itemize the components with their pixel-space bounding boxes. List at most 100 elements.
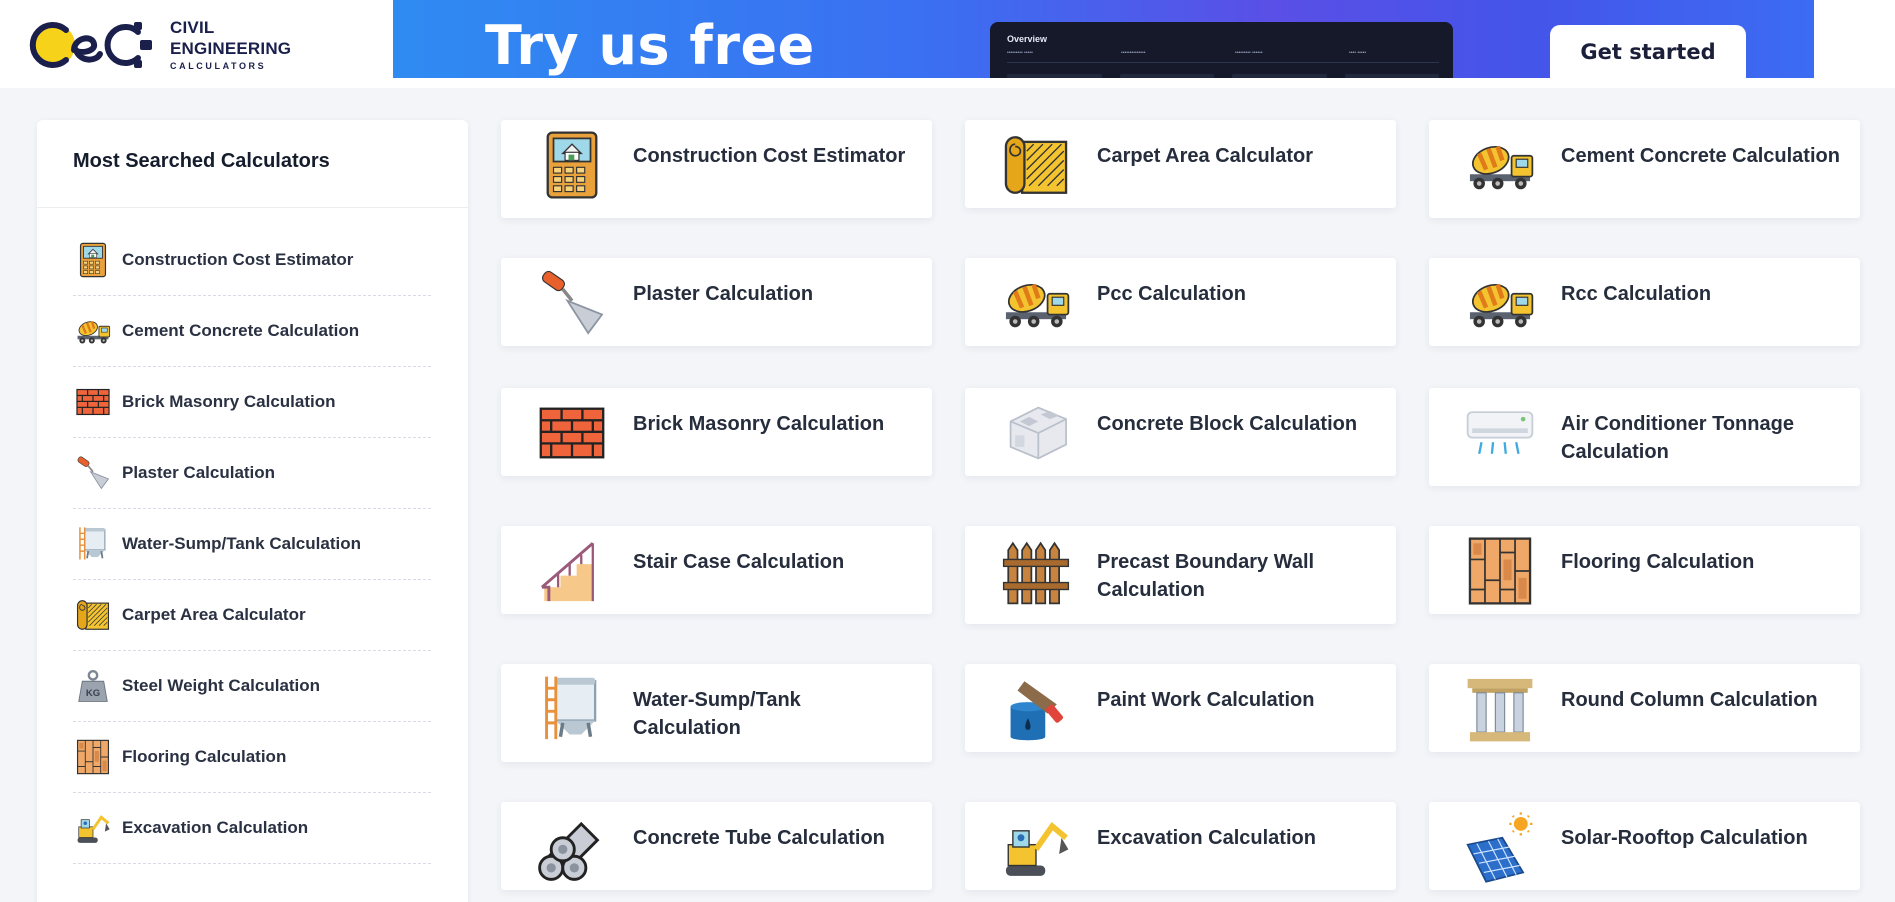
calculator-card-construction-cost-estimator[interactable]: Construction Cost Estimator bbox=[501, 120, 932, 218]
air-conditioner-icon bbox=[1466, 411, 1534, 455]
calculator-card-excavation-calculation[interactable]: Excavation Calculation bbox=[965, 802, 1396, 890]
sidebar-item-label: Construction Cost Estimator bbox=[122, 250, 354, 269]
sidebar-title: Most Searched Calculators bbox=[73, 150, 330, 172]
cec-logo-icon bbox=[29, 22, 152, 68]
sidebar-item-icon: KG bbox=[73, 666, 113, 706]
banner-headline: Try us free bbox=[485, 14, 815, 77]
logo-wordmark: CIVIL ENGINEERING CALCULATORS bbox=[170, 19, 291, 71]
calculator-card-brick-masonry-calculation[interactable]: Brick Masonry Calculation bbox=[501, 388, 932, 476]
calculator-card-icon bbox=[535, 672, 609, 746]
logo-line-2: ENGINEERING bbox=[170, 39, 292, 58]
calculator-card-carpet-area-calculator[interactable]: Carpet Area Calculator bbox=[965, 120, 1396, 208]
sidebar-item-carpet-area-calculator[interactable]: Carpet Area Calculator bbox=[73, 580, 431, 651]
brick-wall-icon bbox=[76, 388, 110, 416]
calculator-card-icon bbox=[999, 128, 1073, 202]
calculator-card-label: Water-Sump/Tank Calculation bbox=[633, 689, 801, 739]
calculator-card-label: Plaster Calculation bbox=[633, 283, 814, 305]
plaster-trowel-icon bbox=[77, 456, 110, 490]
banner-panel-title: Overview bbox=[1007, 34, 1048, 44]
banner-dashboard-preview: Overview ••••••••• ••••• •••••••••••••• … bbox=[990, 22, 1453, 78]
staircase-icon bbox=[540, 542, 594, 602]
sidebar-item-label: Cement Concrete Calculation bbox=[122, 321, 360, 340]
sidebar-item-label: Excavation Calculation bbox=[122, 818, 309, 837]
calculator-card-round-column-calculation[interactable]: Round Column Calculation bbox=[1429, 664, 1860, 752]
concrete-mixer-truck-icon bbox=[1005, 283, 1070, 328]
calculator-card-icon bbox=[1463, 266, 1537, 340]
banner-panel-divider bbox=[1007, 62, 1439, 63]
sidebar-divider bbox=[37, 207, 468, 208]
calculator-card-precast-boundary-wall-calculation[interactable]: Precast Boundary Wall Calculation bbox=[965, 526, 1396, 624]
calculator-card-label: Precast Boundary Wall Calculation bbox=[1097, 551, 1315, 601]
calculator-card-icon bbox=[1463, 810, 1537, 884]
sidebar-item-construction-cost-estimator[interactable]: Construction Cost Estimator bbox=[73, 225, 431, 296]
calculator-card-icon bbox=[535, 266, 609, 340]
kg-weight-icon: KG bbox=[78, 669, 108, 702]
calculator-card-stair-case-calculation[interactable]: Stair Case Calculation bbox=[501, 526, 932, 614]
sidebar-item-icon bbox=[73, 808, 113, 848]
most-searched-sidebar: Most Searched Calculators Construction C… bbox=[37, 120, 468, 902]
site-logo[interactable]: CIVIL ENGINEERING CALCULATORS bbox=[26, 16, 296, 74]
calculator-card-icon bbox=[535, 534, 609, 608]
sidebar-item-flooring-calculation[interactable]: Flooring Calculation bbox=[73, 722, 431, 793]
sidebar-item-water-sump-tank-calculation[interactable]: Water-Sump/Tank Calculation bbox=[73, 509, 431, 580]
calculator-card-label: Brick Masonry Calculation bbox=[633, 413, 885, 435]
excavator-icon bbox=[1005, 821, 1069, 876]
calculator-card-icon bbox=[999, 266, 1073, 340]
sidebar-item-brick-masonry-calculation[interactable]: Brick Masonry Calculation bbox=[73, 367, 431, 438]
calculator-card-label: Solar-Rooftop Calculation bbox=[1561, 827, 1808, 849]
calculator-card-icon bbox=[535, 128, 609, 202]
banner-panel-column: ••••••••• ••••• bbox=[1007, 50, 1033, 56]
solar-panel-icon bbox=[1466, 812, 1533, 883]
calculator-card-icon bbox=[999, 672, 1073, 746]
calculator-card-icon bbox=[1463, 534, 1537, 608]
sidebar-item-label: Steel Weight Calculation bbox=[122, 676, 321, 695]
get-started-button[interactable]: Get started bbox=[1550, 25, 1746, 78]
banner-panel-row bbox=[1007, 74, 1439, 78]
sidebar-item-excavation-calculation[interactable]: Excavation Calculation bbox=[73, 793, 431, 864]
concrete-pipes-icon bbox=[538, 821, 600, 881]
sidebar-item-cement-concrete-calculation[interactable]: Cement Concrete Calculation bbox=[73, 296, 431, 367]
wood-flooring-icon bbox=[1468, 537, 1532, 605]
sidebar-item-label: Carpet Area Calculator bbox=[122, 605, 306, 624]
calculator-card-label: Cement Concrete Calculation bbox=[1561, 145, 1840, 167]
calculator-card-label: Flooring Calculation bbox=[1561, 551, 1755, 573]
calculator-card-label: Pcc Calculation bbox=[1097, 283, 1246, 305]
calculator-card-label: Carpet Area Calculator bbox=[1097, 145, 1313, 167]
calculator-card-label: Paint Work Calculation bbox=[1097, 689, 1315, 711]
sidebar-item-plaster-calculation[interactable]: Plaster Calculation bbox=[73, 438, 431, 509]
calculator-card-plaster-calculation[interactable]: Plaster Calculation bbox=[501, 258, 932, 346]
site-header: CIVIL ENGINEERING CALCULATORS Try us fre… bbox=[0, 0, 1895, 88]
excavator-icon bbox=[77, 815, 110, 843]
water-tank-icon bbox=[79, 527, 106, 560]
banner-panel-column: •••• ••••• bbox=[1349, 50, 1367, 56]
calculator-house-icon bbox=[79, 242, 107, 278]
calculator-card-concrete-tube-calculation[interactable]: Concrete Tube Calculation bbox=[501, 802, 932, 890]
calculator-card-solar-rooftop-calculation[interactable]: Solar-Rooftop Calculation bbox=[1429, 802, 1860, 890]
wood-flooring-icon bbox=[76, 739, 110, 775]
calculator-card-water-sump-tank-calculation[interactable]: Water-Sump/Tank Calculation bbox=[501, 664, 932, 762]
banner-panel-column: ••••••••• •••••• bbox=[1235, 50, 1263, 56]
calculator-card-icon bbox=[1463, 672, 1537, 746]
sidebar-item-label: Flooring Calculation bbox=[122, 747, 287, 766]
calculator-card-cement-concrete-calculation[interactable]: Cement Concrete Calculation bbox=[1429, 120, 1860, 218]
calculator-card-flooring-calculation[interactable]: Flooring Calculation bbox=[1429, 526, 1860, 614]
concrete-mixer-truck-icon bbox=[1469, 145, 1534, 190]
banner-panel-columns: ••••••••• ••••• •••••••••••••• •••••••••… bbox=[1007, 50, 1439, 56]
sidebar-item-icon bbox=[73, 737, 113, 777]
calculator-card-air-conditioner-tonnage-calculation[interactable]: Air Conditioner Tonnage Calculation bbox=[1429, 388, 1860, 486]
sidebar-item-steel-weight-calculation[interactable]: KG Steel Weight Calculation bbox=[73, 651, 431, 722]
ad-banner[interactable]: Try us free Overview ••••••••• ••••• •••… bbox=[393, 0, 1814, 78]
logo-line-3: CALCULATORS bbox=[170, 61, 267, 71]
calculator-card-icon bbox=[1463, 128, 1537, 202]
calculator-card-label: Excavation Calculation bbox=[1097, 827, 1316, 849]
calculator-card-icon bbox=[1463, 396, 1537, 470]
calculator-card-rcc-calculation[interactable]: Rcc Calculation bbox=[1429, 258, 1860, 346]
calculator-card-icon bbox=[535, 810, 609, 884]
calculator-card-pcc-calculation[interactable]: Pcc Calculation bbox=[965, 258, 1396, 346]
calculator-card-concrete-block-calculation[interactable]: Concrete Block Calculation bbox=[965, 388, 1396, 476]
sidebar-item-label: Brick Masonry Calculation bbox=[122, 392, 336, 411]
carpet-roll-icon bbox=[76, 600, 110, 630]
calculator-card-paint-work-calculation[interactable]: Paint Work Calculation bbox=[965, 664, 1396, 752]
svg-text:KG: KG bbox=[86, 688, 100, 699]
plaster-trowel-icon bbox=[541, 270, 604, 335]
